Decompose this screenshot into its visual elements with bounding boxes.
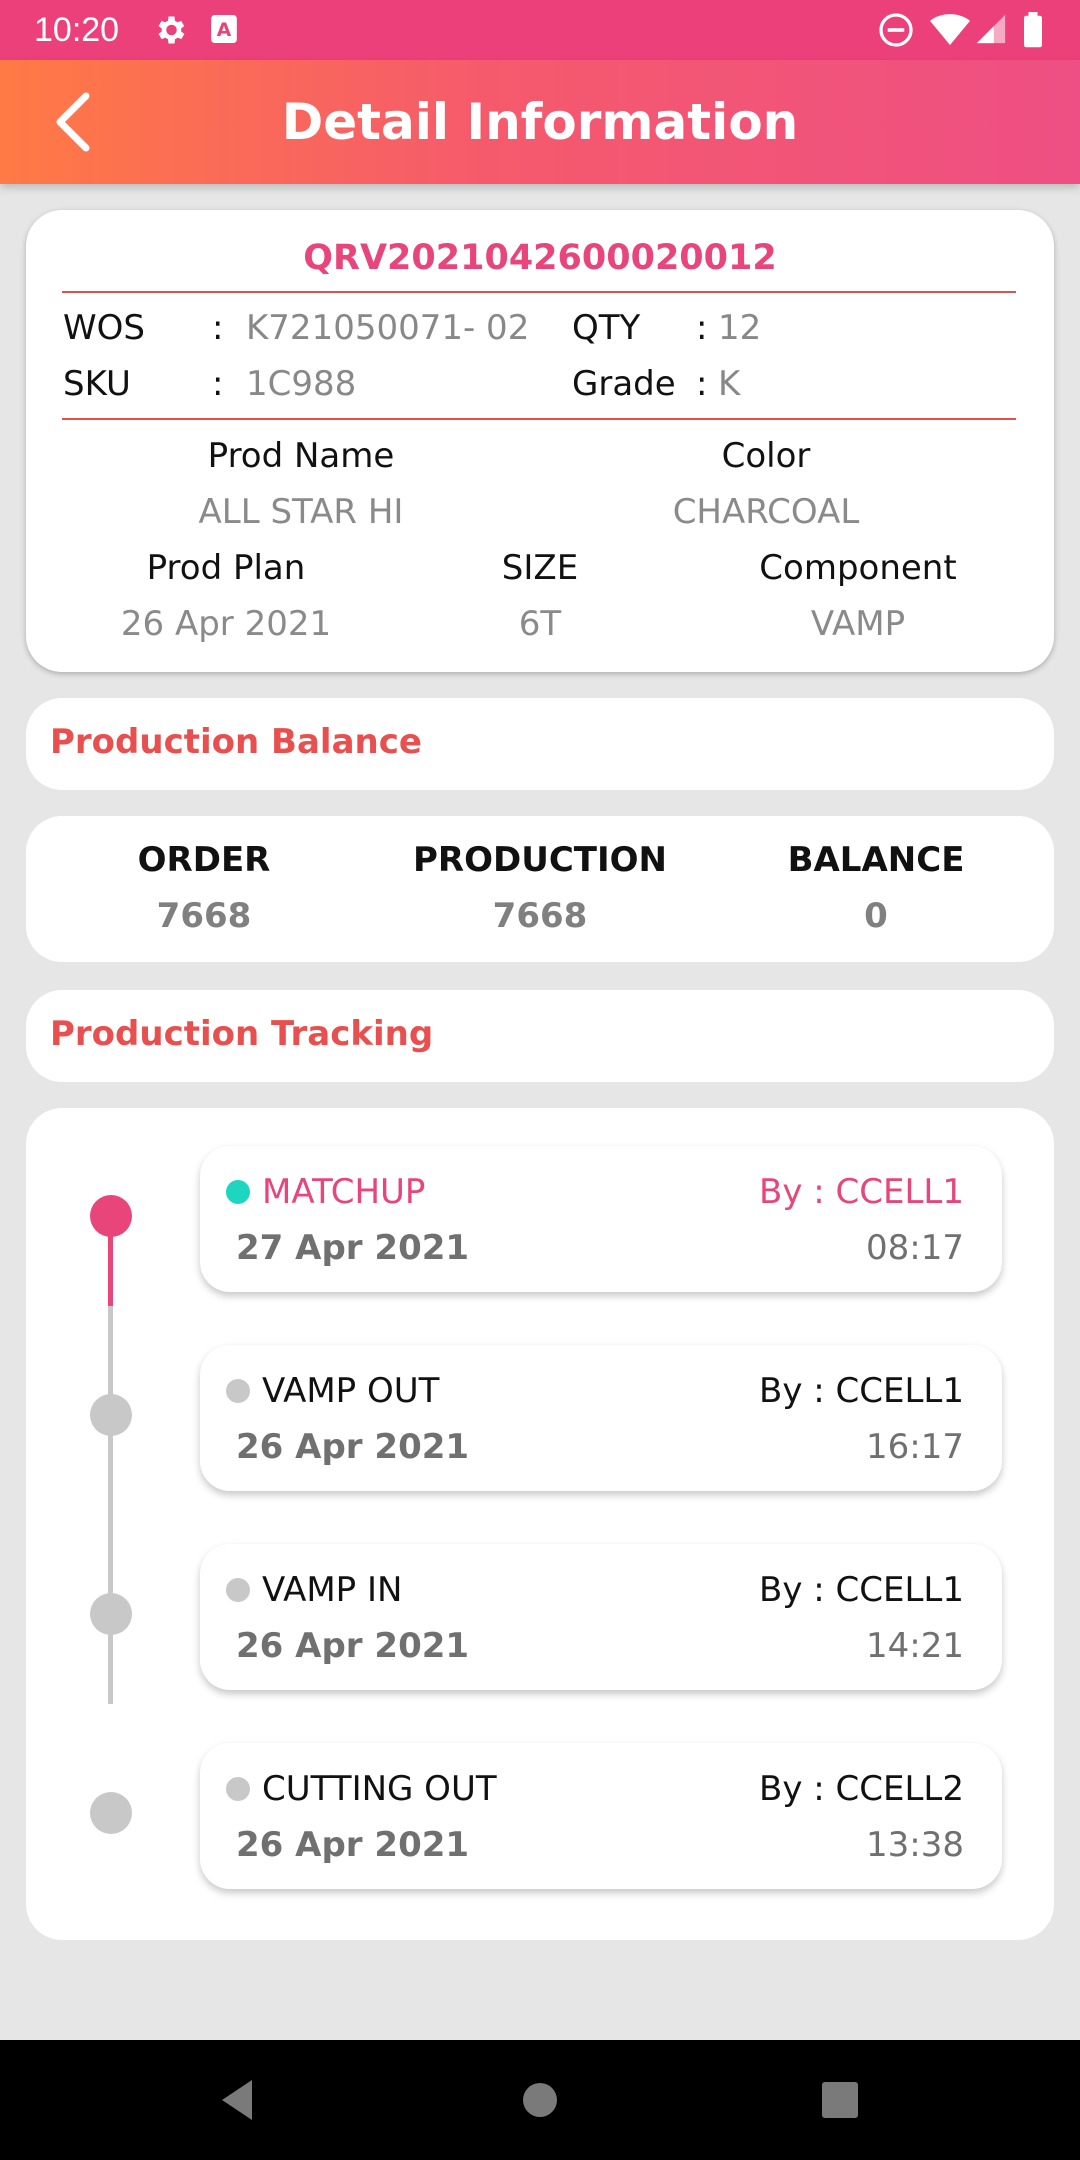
production-balance-card: ORDER 7668 PRODUCTION 7668 BALANCE 0 <box>26 816 1054 962</box>
size-label: SIZE <box>501 548 579 588</box>
system-nav-bar <box>0 2040 1080 2160</box>
status-time: 10:20 <box>34 11 120 49</box>
svg-text:A: A <box>217 20 232 41</box>
tracking-item-vamp-out[interactable]: VAMP OUT By : CCELL1 26 Apr 2021 16:17 <box>200 1345 1002 1491</box>
tracking-stage: CUTTING OUT <box>262 1769 497 1809</box>
tracking-item-cutting-out[interactable]: CUTTING OUT By : CCELL2 26 Apr 2021 13:3… <box>200 1743 1002 1889</box>
nav-home-icon <box>523 2083 557 2117</box>
keyboard-a-icon: A <box>210 12 238 50</box>
grade-label: Grade <box>572 364 676 404</box>
tracking-by: By : CCELL1 <box>759 1570 964 1610</box>
app-bar: Detail Information <box>0 60 1080 184</box>
tracking-date: 26 Apr 2021 <box>236 1825 470 1865</box>
divider-top <box>62 291 1016 293</box>
tracking-stage: MATCHUP <box>262 1172 426 1212</box>
qty-label: QTY <box>572 308 641 348</box>
sku-colon: : <box>212 364 224 404</box>
color-value: CHARCOAL <box>672 492 860 532</box>
timeline-line-inactive <box>108 1306 113 1704</box>
sku-label: SKU <box>63 364 131 404</box>
balance-value: 0 <box>864 896 888 936</box>
tracking-date: 26 Apr 2021 <box>236 1427 470 1467</box>
tracking-by: By : CCELL2 <box>759 1769 964 1809</box>
page-title: Detail Information <box>281 93 799 151</box>
nav-recents-button[interactable] <box>810 2070 870 2130</box>
wos-label: WOS <box>63 308 145 348</box>
production-tracking-title: Production Tracking <box>50 1014 434 1054</box>
prod-name-label: Prod Name <box>207 436 395 476</box>
wos-value: K721050071- 02 <box>246 308 530 348</box>
status-bullet <box>226 1180 250 1204</box>
tracking-item-vamp-in[interactable]: VAMP IN By : CCELL1 26 Apr 2021 14:21 <box>200 1544 1002 1690</box>
nav-back-button[interactable] <box>208 2070 268 2130</box>
grade-value: K <box>718 364 741 404</box>
wos-colon: : <box>212 308 224 348</box>
status-bar: 10:20 A <box>0 0 1080 60</box>
timeline-dot <box>90 1792 132 1834</box>
tracking-stage: VAMP IN <box>262 1570 403 1610</box>
size-value: 6T <box>518 604 562 644</box>
production-value: 7668 <box>492 896 588 936</box>
production-label: PRODUCTION <box>413 840 667 880</box>
divider-bottom <box>62 418 1016 420</box>
production-tracking-card: MATCHUP By : CCELL1 27 Apr 2021 08:17 VA… <box>26 1108 1054 1940</box>
production-tracking-header: Production Tracking <box>26 990 1054 1082</box>
qty-value: 12 <box>718 308 762 348</box>
grade-colon: : <box>696 364 708 404</box>
wifi-icon <box>930 12 970 52</box>
status-bullet <box>226 1578 250 1602</box>
tracking-by: By : CCELL1 <box>759 1371 964 1411</box>
prod-plan-label: Prod Plan <box>146 548 306 588</box>
prod-plan-value: 26 Apr 2021 <box>120 604 332 644</box>
balance-label: BALANCE <box>787 840 965 880</box>
nav-recents-icon <box>822 2082 858 2118</box>
status-bullet <box>226 1379 250 1403</box>
timeline-dot <box>90 1593 132 1635</box>
tracking-time: 08:17 <box>866 1228 964 1268</box>
qr-code-number: QRV2021042600020012 <box>303 238 777 278</box>
signal-icon <box>974 12 1008 50</box>
nav-home-button[interactable] <box>510 2070 570 2130</box>
tracking-time: 13:38 <box>866 1825 964 1865</box>
tracking-date: 26 Apr 2021 <box>236 1626 470 1666</box>
battery-icon <box>1022 12 1044 52</box>
tracking-date: 27 Apr 2021 <box>236 1228 470 1268</box>
production-balance-title: Production Balance <box>50 722 422 762</box>
tracking-time: 16:17 <box>866 1427 964 1467</box>
tracking-stage: VAMP OUT <box>262 1371 440 1411</box>
sku-value: 1C988 <box>246 364 357 404</box>
nav-back-icon <box>222 2080 252 2120</box>
gear-icon <box>152 12 188 52</box>
prod-name-value: ALL STAR HI <box>198 492 404 532</box>
order-label: ORDER <box>137 840 271 880</box>
qty-colon: : <box>696 308 708 348</box>
detail-info-card: QRV2021042600020012 WOS : K721050071- 02… <box>26 210 1054 672</box>
do-not-disturb-icon <box>878 12 914 52</box>
status-bullet <box>226 1777 250 1801</box>
production-balance-header: Production Balance <box>26 698 1054 790</box>
order-value: 7668 <box>156 896 252 936</box>
component-label: Component <box>759 548 957 588</box>
color-label: Color <box>721 436 811 476</box>
timeline-dot <box>90 1195 132 1237</box>
tracking-item-matchup[interactable]: MATCHUP By : CCELL1 27 Apr 2021 08:17 <box>200 1146 1002 1292</box>
component-value: VAMP <box>810 604 906 644</box>
timeline-dot <box>90 1394 132 1436</box>
tracking-by: By : CCELL1 <box>759 1172 964 1212</box>
tracking-time: 14:21 <box>866 1626 964 1666</box>
